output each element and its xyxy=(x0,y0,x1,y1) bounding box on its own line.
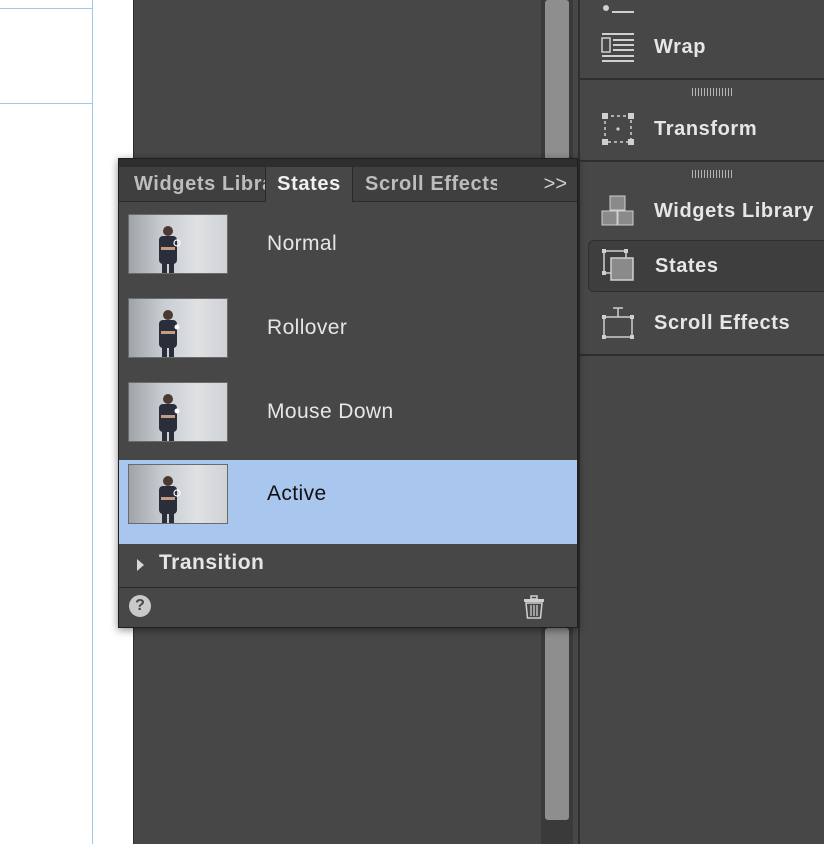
state-row-rollover[interactable]: Rollover xyxy=(119,286,577,370)
person-image-icon xyxy=(159,310,180,357)
dock-separator xyxy=(580,78,824,80)
tab-label-widgets-library: Widgets Library xyxy=(134,173,265,195)
state-thumbnail xyxy=(128,382,228,442)
tabs-overflow-button[interactable]: >> xyxy=(544,167,567,201)
person-image-icon xyxy=(159,226,181,273)
tab-label-states: States xyxy=(277,173,341,195)
tab-label-scroll-effects: Scroll Effects xyxy=(365,173,497,195)
dock-separator xyxy=(580,354,824,356)
state-row-normal[interactable]: Normal xyxy=(119,202,577,286)
state-label-mouse-down: Mouse Down xyxy=(267,400,394,423)
dock-item-wrap[interactable]: Wrap xyxy=(580,20,824,74)
panel-tab-bar: Widgets Library States Scroll Effects >> xyxy=(119,167,577,202)
transform-icon xyxy=(600,111,636,147)
scrollbar-thumb-upper[interactable] xyxy=(545,0,569,160)
scroll-effects-icon xyxy=(600,305,636,341)
states-panel: Widgets Library States Scroll Effects >>… xyxy=(118,158,578,628)
wrap-icon xyxy=(600,29,636,65)
guide-horizontal-top xyxy=(0,8,93,9)
dock-label-scroll-effects: Scroll Effects xyxy=(654,311,791,334)
person-image-icon xyxy=(159,394,180,441)
document-canvas[interactable] xyxy=(0,0,133,844)
tab-scroll-effects[interactable]: Scroll Effects xyxy=(365,167,497,201)
dock-drag-handle[interactable] xyxy=(692,88,732,96)
transition-section-toggle[interactable]: Transition xyxy=(119,543,577,588)
list-icon xyxy=(600,0,636,17)
state-label-active: Active xyxy=(267,482,327,505)
disclosure-triangle-icon xyxy=(137,559,144,571)
states-icon xyxy=(601,248,637,284)
dock-item-states[interactable]: States xyxy=(588,240,824,292)
state-row-active[interactable]: Active xyxy=(119,460,577,544)
state-thumbnail xyxy=(128,214,228,274)
guide-vertical xyxy=(92,0,93,844)
panel-title-bar[interactable] xyxy=(119,159,577,167)
help-icon[interactable]: ? xyxy=(129,595,151,617)
panel-dock: Wrap Transform Widgets Library States Sc… xyxy=(578,0,824,844)
panel-footer: ? xyxy=(119,589,577,627)
dock-item-transform[interactable]: Transform xyxy=(580,102,824,156)
dock-item-scroll-effects[interactable]: Scroll Effects xyxy=(580,296,824,350)
tab-states[interactable]: States xyxy=(265,167,353,202)
trash-icon[interactable] xyxy=(523,595,545,619)
dock-drag-handle[interactable] xyxy=(692,170,732,178)
tab-widgets-library[interactable]: Widgets Library xyxy=(119,167,265,201)
scrollbar-thumb-lower[interactable] xyxy=(545,628,569,820)
dock-label-widgets-library: Widgets Library xyxy=(654,199,814,222)
state-label-rollover: Rollover xyxy=(267,316,348,339)
state-thumbnail xyxy=(128,298,228,358)
state-thumbnail xyxy=(128,464,228,524)
dock-label-wrap: Wrap xyxy=(654,35,707,58)
transition-label: Transition xyxy=(159,551,265,574)
dock-label-states: States xyxy=(655,254,719,277)
state-row-mouse-down[interactable]: Mouse Down xyxy=(119,370,577,454)
guide-horizontal xyxy=(0,103,93,104)
dock-item-widgets-library[interactable]: Widgets Library xyxy=(580,184,824,238)
state-label-normal: Normal xyxy=(267,232,338,255)
dock-separator xyxy=(580,160,824,162)
person-image-icon xyxy=(159,476,181,523)
dock-label-transform: Transform xyxy=(654,117,758,140)
widgets-library-icon xyxy=(600,193,636,229)
